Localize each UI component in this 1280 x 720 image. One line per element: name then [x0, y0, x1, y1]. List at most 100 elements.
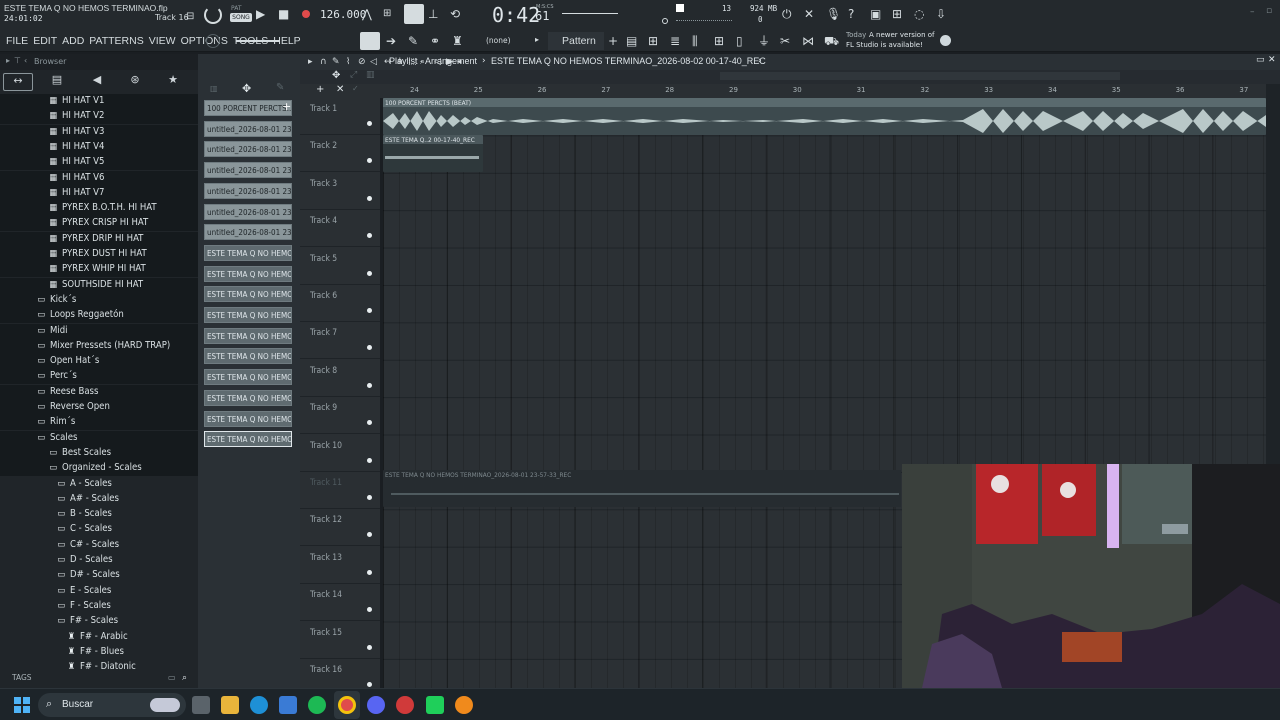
snap-selector[interactable]: (none): [486, 36, 511, 45]
picker-clip[interactable]: ESTE TEMA Q NO HEMOS T...: [204, 389, 292, 406]
browser-item[interactable]: ▭ A - Scales: [0, 477, 198, 492]
track-mute-indicator[interactable]: [367, 420, 372, 426]
browser-item[interactable]: ▭ Open Hat´s: [0, 354, 198, 370]
track-header[interactable]: Track 7: [300, 322, 380, 360]
picker-clip[interactable]: untitled_2026-08-01 23-...: [204, 224, 292, 241]
picker-clip[interactable]: ESTE TEMA Q NO HEMOS T...: [204, 265, 292, 282]
track-header[interactable]: Track 1: [300, 98, 380, 135]
help-icon[interactable]: ?: [848, 7, 854, 21]
wait-input-icon[interactable]: ⊞: [383, 7, 391, 21]
browser-item[interactable]: ▦ HI HAT V2: [0, 109, 198, 125]
channel-icon[interactable]: ⊞: [714, 34, 724, 48]
playlist-arrow-icon[interactable]: ▸: [308, 55, 313, 69]
track-mute-indicator[interactable]: [367, 158, 372, 164]
track-mute-indicator[interactable]: [367, 121, 372, 126]
track-header[interactable]: Track 10: [300, 435, 380, 472]
hint-panel-toggle[interactable]: [360, 32, 380, 50]
browser-item[interactable]: ▦ HI HAT V5: [0, 155, 198, 171]
browser-item[interactable]: ▭ F# - Scales: [0, 614, 198, 629]
playlist-grid-icon[interactable]: ▥: [366, 70, 375, 80]
browser-item[interactable]: ▭ D# - Scales: [0, 568, 198, 583]
browser-item[interactable]: ▦ SOUTHSIDE HI HAT: [0, 277, 198, 293]
browser-item[interactable]: ▭ Perc´s: [0, 369, 198, 385]
audio-clip-track1[interactable]: 100 PORCENT PERCTS (BEAT): [383, 98, 1266, 135]
picker-clip[interactable]: ESTE TEMA Q NO HEMOS T...: [204, 327, 292, 344]
track-mute-indicator[interactable]: [367, 532, 372, 538]
track-header[interactable]: Track 5: [300, 248, 380, 285]
browser-item[interactable]: ▦ HI HAT V6: [0, 170, 198, 186]
browser-item[interactable]: ▦ PYREX B.O.T.H. HI HAT: [0, 201, 198, 217]
store-icon[interactable]: [279, 696, 297, 714]
panic-icon[interactable]: ✕: [804, 7, 814, 21]
news-line2[interactable]: FL Studio is available!: [846, 41, 923, 49]
tag-folder-icon[interactable]: ▭: [168, 673, 176, 682]
picker-clip[interactable]: untitled_2026-08-01 23-...: [204, 162, 292, 179]
resize-icon[interactable]: ⤢: [350, 70, 357, 80]
master-pitch-slider[interactable]: [562, 13, 618, 14]
channel-rack-icon[interactable]: ⊞: [648, 34, 658, 48]
playlist-current-clip[interactable]: ESTE TEMA Q NO HEMOS TERMINAO_2026-08-02…: [491, 56, 766, 66]
add-pattern-icon[interactable]: +: [608, 34, 618, 48]
picker-clip[interactable]: untitled_2026-08-01 23-...: [204, 182, 292, 199]
master-volume-knob-small[interactable]: [206, 34, 220, 48]
browser-item[interactable]: ♜ F# - Diatonic: [0, 660, 198, 672]
browser-item[interactable]: ▭ Mixer Pressets (HARD TRAP): [0, 338, 198, 354]
playlist-magnet-icon[interactable]: ∩: [320, 55, 327, 69]
back-icon[interactable]: ‹: [24, 56, 27, 65]
track-header[interactable]: Track 11: [300, 472, 380, 509]
menu-add[interactable]: ADD: [62, 35, 84, 47]
audio-clip-track11[interactable]: ESTE TEMA Q NO HEMOS TERMINAO_2026-08-01…: [383, 470, 901, 507]
stamp-icon[interactable]: ♜: [452, 34, 463, 48]
mixer-icon[interactable]: ⫼: [692, 34, 698, 48]
close-track-icon[interactable]: ✕: [336, 84, 344, 95]
track-mute-indicator[interactable]: [367, 195, 372, 201]
taskbar-search-box[interactable]: ⌕ Buscar: [38, 693, 186, 717]
browser-item[interactable]: ▭ Midi: [0, 323, 198, 339]
track-header[interactable]: Track 8: [300, 360, 380, 397]
browser-item[interactable]: ▦ HI HAT V4: [0, 139, 198, 155]
track-mute-indicator[interactable]: [367, 569, 372, 575]
browser-item[interactable]: ▦ HI HAT V3: [0, 124, 198, 140]
browser-item[interactable]: ▭ B - Scales: [0, 507, 198, 522]
pencil-tool-icon[interactable]: ✎: [332, 55, 340, 69]
browser-menu-icon[interactable]: ▸: [6, 56, 10, 65]
picker-clip[interactable]: ESTE TEMA Q NO HEMOS T...: [204, 348, 292, 365]
spotify-icon[interactable]: [308, 696, 326, 714]
browser-item[interactable]: ▭ Organized - Scales: [0, 461, 198, 477]
picker-clip[interactable]: ESTE TEMA Q NO HEMOS T...: [204, 244, 292, 261]
song-mode-toggle[interactable]: SONG: [230, 13, 252, 22]
browser-item[interactable]: ▭ D - Scales: [0, 553, 198, 568]
add-clip-icon[interactable]: +: [282, 100, 291, 113]
browser-item[interactable]: ▦ HI HAT V7: [0, 185, 198, 201]
browser-file-icon[interactable]: ▯: [736, 34, 743, 48]
file-explorer-icon[interactable]: [221, 696, 239, 714]
track-header[interactable]: Track 2: [300, 135, 380, 173]
stop-icon[interactable]: ■: [278, 7, 289, 21]
browser-tab-all-icon[interactable]: ↔: [3, 73, 33, 91]
browser-item[interactable]: ▭ Scales: [0, 430, 198, 446]
link-icon[interactable]: ⚭: [430, 34, 440, 48]
track-header[interactable]: Track 9: [300, 397, 380, 435]
picker-clip[interactable]: ESTE TEMA Q NO HEMOS T...: [204, 410, 292, 427]
track-header[interactable]: Track 14: [300, 584, 380, 622]
track-header[interactable]: Track 16: [300, 659, 380, 688]
delete-tool-icon[interactable]: ⊘: [358, 55, 366, 69]
browser-item[interactable]: ▭ E - Scales: [0, 584, 198, 599]
cut-icon[interactable]: ✂: [780, 34, 790, 48]
browser-tab-plugin-icon[interactable]: ⊛: [120, 73, 150, 91]
track-mute-indicator[interactable]: [367, 308, 372, 313]
playlist-icon[interactable]: ▤: [626, 34, 637, 48]
chat-icon[interactable]: ◌: [914, 7, 924, 21]
plugin-icon[interactable]: ⊞: [892, 7, 902, 21]
track-mute-indicator[interactable]: [367, 382, 372, 388]
main-volume-slider[interactable]: [236, 40, 280, 42]
lock-icon[interactable]: ⊟: [186, 10, 194, 24]
piano-roll-icon[interactable]: ≣: [670, 34, 680, 48]
browser-tab-current-icon[interactable]: ▤: [42, 73, 72, 91]
picker-clip[interactable]: ESTE TEMA Q NO HEMOS T...: [204, 286, 292, 303]
track-header[interactable]: Track 6: [300, 285, 380, 322]
browser-item[interactable]: ▦ PYREX DUST HI HAT: [0, 247, 198, 262]
menu-file[interactable]: FILE: [6, 35, 28, 47]
task-view-icon[interactable]: [192, 696, 210, 714]
track-mute-indicator[interactable]: [367, 607, 372, 613]
